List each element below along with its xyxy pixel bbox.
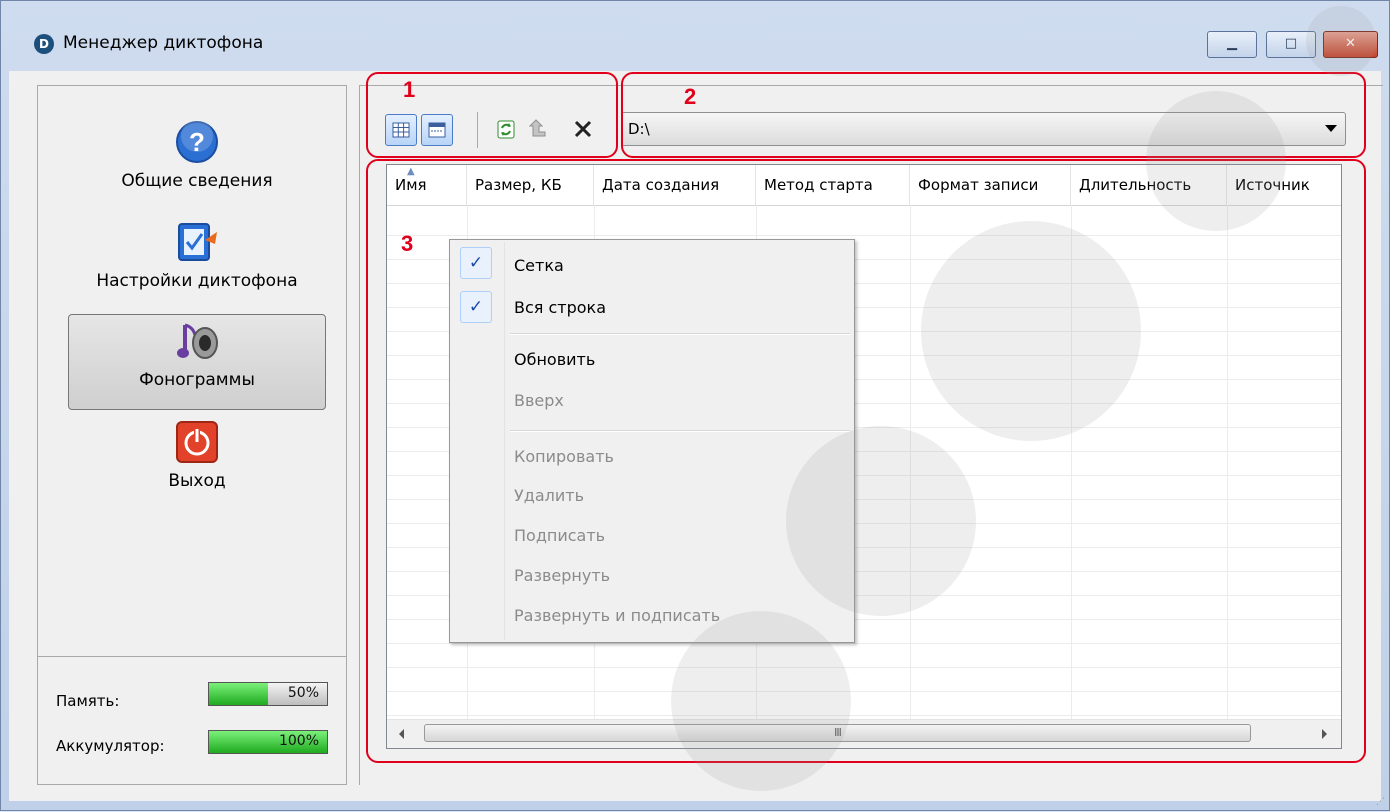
battery-bar: 100% xyxy=(208,730,328,754)
annotation-number-3: 3 xyxy=(401,231,414,256)
help-icon: ? xyxy=(176,120,218,163)
memory-bar-fill xyxy=(209,683,268,705)
close-button[interactable]: ✕ xyxy=(1323,31,1378,58)
window-title: Менеджер диктофона xyxy=(63,33,264,53)
memory-bar: 50% xyxy=(208,682,328,706)
nav-label-recordings: Фонограммы xyxy=(139,370,255,390)
nav-item-settings[interactable]: Настройки диктофона xyxy=(68,216,326,312)
sidebar-divider xyxy=(38,656,346,657)
battery-label: Аккумулятор: xyxy=(56,737,165,755)
nav-label-settings: Настройки диктофона xyxy=(96,271,298,291)
app-logo-icon: D xyxy=(34,34,54,54)
resize-grip-icon[interactable]: ⋰ xyxy=(1376,797,1385,807)
sidebar: ? Общие сведения Настройки диктофона Фон… xyxy=(37,85,347,785)
maximize-button[interactable]: □ xyxy=(1266,31,1316,58)
title-bar[interactable]: D Менеджер диктофона ▁ □ ✕ xyxy=(1,1,1389,81)
nav-item-exit[interactable]: Выход xyxy=(68,416,326,512)
svg-text:?: ? xyxy=(189,127,205,157)
battery-value: 100% xyxy=(278,733,319,749)
memory-label: Память: xyxy=(56,692,120,710)
minimize-button[interactable]: ▁ xyxy=(1207,31,1257,58)
annotation-number-2: 2 xyxy=(684,84,697,109)
settings-doc-icon xyxy=(178,223,217,261)
note-speaker-icon xyxy=(177,323,218,359)
app-window: D Менеджер диктофона ▁ □ ✕ ? Общие сведе… xyxy=(0,0,1390,811)
annotation-box-table xyxy=(366,159,1366,763)
annotation-number-1: 1 xyxy=(403,77,416,102)
annotation-box-path xyxy=(621,72,1366,158)
nav-label-exit: Выход xyxy=(168,471,226,491)
power-icon xyxy=(176,421,218,463)
nav-item-recordings[interactable]: Фонограммы xyxy=(68,314,326,410)
nav-label-info: Общие сведения xyxy=(121,171,273,191)
memory-value: 50% xyxy=(287,685,319,701)
nav-item-info[interactable]: ? Общие сведения xyxy=(68,116,326,212)
